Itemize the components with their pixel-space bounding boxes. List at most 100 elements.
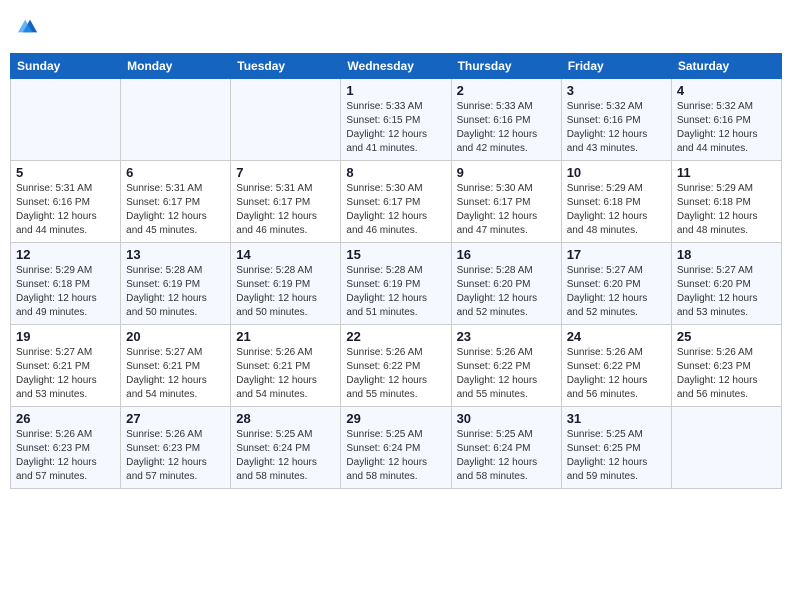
day-info: Sunrise: 5:30 AM Sunset: 6:17 PM Dayligh… [457,182,556,238]
calendar-cell: 11 Sunrise: 5:29 AM Sunset: 6:18 PM Dayli… [671,161,781,243]
day-info: Sunrise: 5:25 AM Sunset: 6:24 PM Dayligh… [346,428,445,484]
day-number: 24 [567,329,666,344]
day-number: 6 [126,165,225,180]
day-number: 26 [16,411,115,426]
day-info: Sunrise: 5:26 AM Sunset: 6:23 PM Dayligh… [126,428,225,484]
day-number: 22 [346,329,445,344]
day-info: Sunrise: 5:26 AM Sunset: 6:23 PM Dayligh… [677,346,776,402]
day-number: 2 [457,83,556,98]
day-info: Sunrise: 5:31 AM Sunset: 6:17 PM Dayligh… [126,182,225,238]
calendar-cell: 30 Sunrise: 5:25 AM Sunset: 6:24 PM Dayli… [451,407,561,489]
calendar-cell: 20Sunrise: 5:27 AM Sunset: 6:21 PM Dayli… [121,325,231,407]
weekday-header-wednesday: Wednesday [341,54,451,79]
calendar-week-3: 12 Sunrise: 5:29 AM Sunset: 6:18 PM Dayli… [11,243,782,325]
day-number: 18 [677,247,776,262]
day-number: 13 [126,247,225,262]
weekday-header-friday: Friday [561,54,671,79]
day-number: 16 [457,247,556,262]
day-number: 21 [236,329,335,344]
calendar-cell: 26 Sunrise: 5:26 AM Sunset: 6:23 PM Dayli… [11,407,121,489]
day-info: Sunrise: 5:29 AM Sunset: 6:18 PM Dayligh… [677,182,776,238]
calendar-cell: 29 Sunrise: 5:25 AM Sunset: 6:24 PM Dayli… [341,407,451,489]
day-number: 23 [457,329,556,344]
day-number: 11 [677,165,776,180]
calendar-cell [11,79,121,161]
calendar-week-5: 26 Sunrise: 5:26 AM Sunset: 6:23 PM Dayli… [11,407,782,489]
calendar-cell: 4 Sunrise: 5:32 AM Sunset: 6:16 PM Daylig… [671,79,781,161]
day-info: Sunrise: 5:25 AM Sunset: 6:25 PM Dayligh… [567,428,666,484]
calendar-cell: 23 Sunrise: 5:26 AM Sunset: 6:22 PM Dayli… [451,325,561,407]
calendar-cell: 9 Sunrise: 5:30 AM Sunset: 6:17 PM Daylig… [451,161,561,243]
day-number: 5 [16,165,115,180]
day-info: Sunrise: 5:30 AM Sunset: 6:17 PM Dayligh… [346,182,445,238]
weekday-header-tuesday: Tuesday [231,54,341,79]
calendar-week-2: 5 Sunrise: 5:31 AM Sunset: 6:16 PM Daylig… [11,161,782,243]
day-info: Sunrise: 5:27 AM Sunset: 6:20 PM Dayligh… [677,264,776,320]
weekday-header-monday: Monday [121,54,231,79]
calendar-cell: 12 Sunrise: 5:29 AM Sunset: 6:18 PM Dayli… [11,243,121,325]
logo-icon [18,14,42,38]
weekday-header-row: SundayMondayTuesdayWednesdayThursdayFrid… [11,54,782,79]
day-number: 25 [677,329,776,344]
day-info: Sunrise: 5:29 AM Sunset: 6:18 PM Dayligh… [16,264,115,320]
calendar-cell: 18 Sunrise: 5:27 AM Sunset: 6:20 PM Dayli… [671,243,781,325]
day-number: 7 [236,165,335,180]
day-info: Sunrise: 5:26 AM Sunset: 6:21 PM Dayligh… [236,346,335,402]
day-number: 12 [16,247,115,262]
calendar-cell: 31 Sunrise: 5:25 AM Sunset: 6:25 PM Dayli… [561,407,671,489]
day-number: 15 [346,247,445,262]
day-number: 20 [126,329,225,344]
calendar-week-1: 1 Sunrise: 5:33 AM Sunset: 6:15 PM Daylig… [11,79,782,161]
day-number: 28 [236,411,335,426]
calendar-cell [121,79,231,161]
day-info: Sunrise: 5:28 AM Sunset: 6:19 PM Dayligh… [126,264,225,320]
calendar-cell: 17Sunrise: 5:27 AM Sunset: 6:20 PM Dayli… [561,243,671,325]
day-info: Sunrise: 5:25 AM Sunset: 6:24 PM Dayligh… [236,428,335,484]
calendar-cell: 28 Sunrise: 5:25 AM Sunset: 6:24 PM Dayli… [231,407,341,489]
day-info: Sunrise: 5:32 AM Sunset: 6:16 PM Dayligh… [567,100,666,156]
day-info: Sunrise: 5:33 AM Sunset: 6:15 PM Dayligh… [346,100,445,156]
day-info: Sunrise: 5:33 AM Sunset: 6:16 PM Dayligh… [457,100,556,156]
calendar-cell: 22Sunrise: 5:26 AM Sunset: 6:22 PM Dayli… [341,325,451,407]
calendar-cell: 16Sunrise: 5:28 AM Sunset: 6:20 PM Dayli… [451,243,561,325]
logo [16,14,42,43]
day-number: 17 [567,247,666,262]
day-number: 4 [677,83,776,98]
page-header [10,10,782,47]
calendar-cell: 2 Sunrise: 5:33 AM Sunset: 6:16 PM Daylig… [451,79,561,161]
day-info: Sunrise: 5:26 AM Sunset: 6:23 PM Dayligh… [16,428,115,484]
day-number: 10 [567,165,666,180]
calendar-cell: 14 Sunrise: 5:28 AM Sunset: 6:19 PM Dayli… [231,243,341,325]
day-info: Sunrise: 5:26 AM Sunset: 6:22 PM Dayligh… [567,346,666,402]
calendar-cell: 15 Sunrise: 5:28 AM Sunset: 6:19 PM Dayli… [341,243,451,325]
day-info: Sunrise: 5:28 AM Sunset: 6:19 PM Dayligh… [236,264,335,320]
day-info: Sunrise: 5:28 AM Sunset: 6:19 PM Dayligh… [346,264,445,320]
day-info: Sunrise: 5:26 AM Sunset: 6:22 PM Dayligh… [457,346,556,402]
calendar-table: SundayMondayTuesdayWednesdayThursdayFrid… [10,53,782,489]
calendar-cell: 1 Sunrise: 5:33 AM Sunset: 6:15 PM Daylig… [341,79,451,161]
calendar-cell: 10 Sunrise: 5:29 AM Sunset: 6:18 PM Dayli… [561,161,671,243]
calendar-cell: 5 Sunrise: 5:31 AM Sunset: 6:16 PM Daylig… [11,161,121,243]
calendar-cell [231,79,341,161]
day-number: 30 [457,411,556,426]
day-number: 29 [346,411,445,426]
day-number: 1 [346,83,445,98]
day-info: Sunrise: 5:27 AM Sunset: 6:21 PM Dayligh… [16,346,115,402]
day-info: Sunrise: 5:31 AM Sunset: 6:17 PM Dayligh… [236,182,335,238]
calendar-header: SundayMondayTuesdayWednesdayThursdayFrid… [11,54,782,79]
day-number: 27 [126,411,225,426]
day-number: 9 [457,165,556,180]
calendar-cell: 27 Sunrise: 5:26 AM Sunset: 6:23 PM Dayli… [121,407,231,489]
day-number: 19 [16,329,115,344]
weekday-header-thursday: Thursday [451,54,561,79]
day-number: 14 [236,247,335,262]
calendar-cell: 7 Sunrise: 5:31 AM Sunset: 6:17 PM Daylig… [231,161,341,243]
day-info: Sunrise: 5:31 AM Sunset: 6:16 PM Dayligh… [16,182,115,238]
day-info: Sunrise: 5:32 AM Sunset: 6:16 PM Dayligh… [677,100,776,156]
day-info: Sunrise: 5:29 AM Sunset: 6:18 PM Dayligh… [567,182,666,238]
calendar-cell: 19 Sunrise: 5:27 AM Sunset: 6:21 PM Dayli… [11,325,121,407]
day-info: Sunrise: 5:25 AM Sunset: 6:24 PM Dayligh… [457,428,556,484]
weekday-header-sunday: Sunday [11,54,121,79]
weekday-header-saturday: Saturday [671,54,781,79]
day-number: 31 [567,411,666,426]
